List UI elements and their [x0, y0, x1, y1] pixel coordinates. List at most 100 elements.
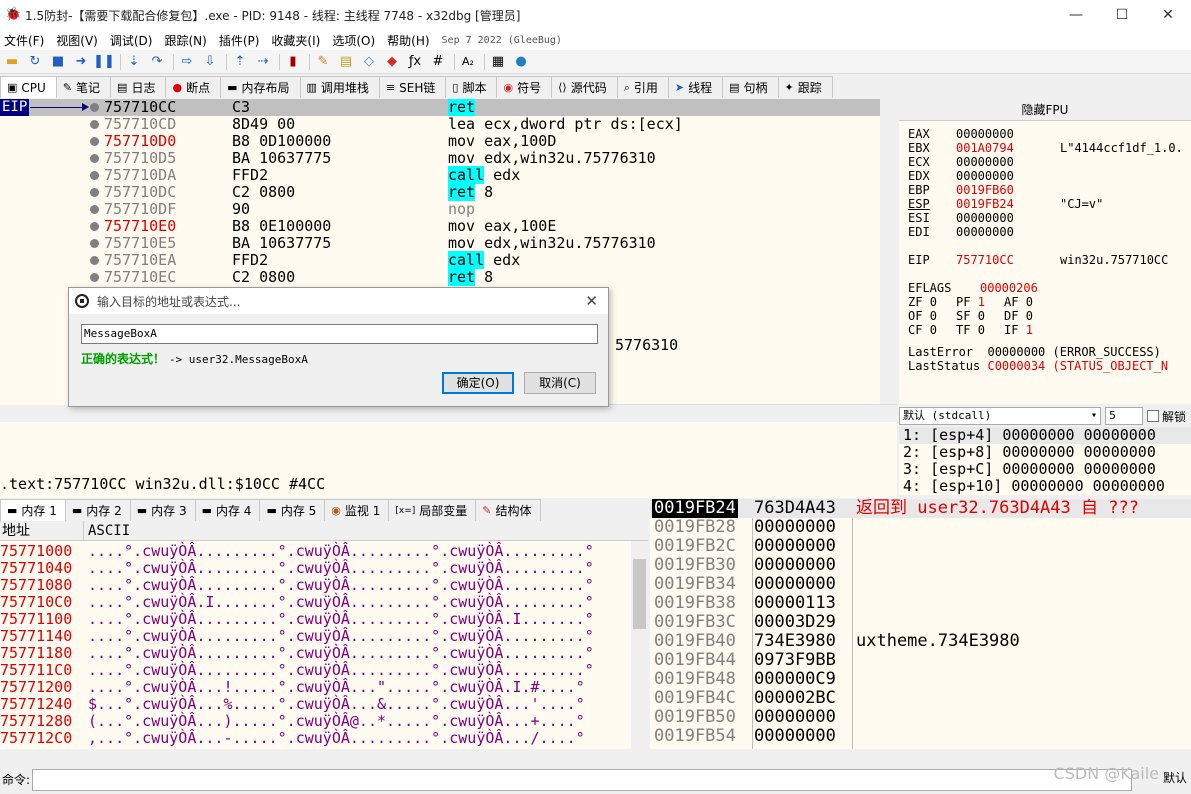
tab-struct[interactable]: ✎ 结构体 [475, 499, 541, 521]
tab-dump-5[interactable]: ▬ 内存 5 [259, 499, 326, 521]
breakpoint-dot-icon[interactable] [90, 103, 99, 112]
eflags-row[interactable]: EFLAGS 00000206 [908, 281, 1084, 295]
close-button[interactable]: ✕ [1145, 0, 1191, 30]
menu-trace[interactable]: 跟踪(N) [160, 32, 214, 49]
arg-row[interactable]: 4: [esp+10] 00000000 00000000 [899, 478, 1191, 495]
register-row[interactable]: EDI 00000000 [908, 225, 1060, 239]
register-row[interactable]: EBX 001A0794 L"4144ccf1df_1.0. [908, 141, 1183, 155]
menu-favourites[interactable]: 收藏夹(I) [267, 32, 328, 49]
hide-fpu-button[interactable]: 隐藏FPU [899, 99, 1191, 121]
maximize-button[interactable]: ☐ [1099, 0, 1145, 30]
tab-dump-4[interactable]: ▬ 内存 4 [194, 499, 261, 521]
tab-breakpoints[interactable]: ● 断点 [165, 76, 222, 98]
calling-convention-select[interactable]: 默认 (stdcall) [899, 407, 1101, 425]
stack-row[interactable]: 0019FB48 000000C9 [650, 670, 1191, 689]
registers-panel[interactable]: 隐藏FPU EAX 00000000 EBX 001A0794 L"4144ccf1df… [899, 99, 1191, 404]
register-value[interactable]: 757710CC [956, 253, 1060, 267]
arguments-panel[interactable]: 1: [esp+4] 00000000 00000000 2: [esp+8] … [899, 427, 1191, 495]
menu-options[interactable]: 选项(O) [328, 32, 383, 49]
register-value[interactable]: 00000000 [956, 155, 1060, 169]
command-input[interactable] [32, 768, 1132, 791]
default-label[interactable]: 默认 [1163, 769, 1187, 786]
tab-call-stack[interactable]: ▥ 调用堆栈 [299, 76, 380, 98]
tab-script[interactable]: ▯ 脚本 [445, 76, 498, 98]
font-icon[interactable]: A₂ [458, 52, 478, 72]
register-row[interactable]: EBP 0019FB60 [908, 183, 1060, 197]
register-value[interactable]: 001A0794 [956, 141, 1060, 155]
disassembly-row[interactable]: 757710E0 B8 0E100000 mov eax,100E [0, 218, 880, 235]
disassembly-row[interactable]: 757710CD 8D49 00 lea ecx,dword ptr ds:[ecx… [0, 116, 880, 133]
pause-icon[interactable]: ❚❚ [93, 52, 115, 72]
menu-debug[interactable]: 调试(D) [106, 32, 161, 49]
patch-icon[interactable]: ✎ [313, 52, 333, 72]
flag[interactable]: DF 0 [1004, 309, 1052, 323]
tab-watch-1[interactable]: ◉ 监视 1 [324, 499, 390, 521]
disassembly-scrollbar[interactable] [880, 99, 897, 405]
dump-scrollbar-thumb[interactable] [633, 559, 646, 629]
menu-view[interactable]: 视图(V) [52, 32, 106, 49]
memory-dump[interactable]: 地址 ASCII 75771000 ....°.cwuÿÒÂ.........°.… [0, 521, 648, 749]
disassembly-row[interactable]: 757710DF 90 nop [0, 201, 880, 218]
expression-input[interactable]: MessageBoxA [81, 324, 598, 344]
flag[interactable]: OF 0 [908, 309, 956, 323]
open-icon[interactable]: ▬ [2, 52, 22, 72]
trace-into-icon[interactable]: ⇨ [177, 52, 197, 72]
register-value[interactable]: 00000000 [956, 127, 1060, 141]
register-row[interactable]: ESI 00000000 [908, 211, 1060, 225]
step-into-icon[interactable]: ⇣ [124, 52, 144, 72]
breakpoint-dot-icon[interactable] [90, 154, 99, 163]
arg-row[interactable]: 1: [esp+4] 00000000 00000000 [899, 427, 1191, 444]
ok-button[interactable]: 确定(O) [442, 372, 514, 394]
breakpoint-dot-icon[interactable] [90, 222, 99, 231]
stack-row[interactable]: 0019FB24 763D4A43 返回到 user32.763D4A43 自 ??… [650, 499, 1191, 518]
disassembly-row[interactable]: 757710DC C2 0800 ret 8 [0, 183, 880, 201]
disassembly-row[interactable]: 757710EC C2 0800 ret 8 [0, 268, 880, 286]
register-value[interactable]: 00000000 [956, 169, 1060, 183]
tab-log[interactable]: ▤ 日志 [110, 76, 167, 98]
trace-over-icon[interactable]: ⇩ [200, 52, 220, 72]
register-value[interactable]: 0019FB24 [956, 197, 1060, 211]
tab-dump-2[interactable]: ▬ 内存 2 [64, 499, 131, 521]
breakpoint-dot-icon[interactable] [90, 120, 99, 129]
tab-dump-3[interactable]: ▬ 内存 3 [129, 499, 196, 521]
stack-row[interactable]: 0019FB34 00000000 [650, 575, 1191, 594]
breakpoint-dot-icon[interactable] [90, 137, 99, 146]
dialog-close-button[interactable]: ✕ [585, 292, 598, 310]
register-row[interactable]: ECX 00000000 [908, 155, 1060, 169]
stack-row[interactable]: 0019FB50 00000000 [650, 708, 1191, 727]
tab-trace[interactable]: ✦ 跟踪 [777, 76, 833, 98]
stack-row[interactable]: 0019FB28 00000000 [650, 518, 1191, 537]
flags-row[interactable]: CF 0 TF 0 IF 1 [908, 323, 1052, 337]
breakpoint-dot-icon[interactable] [90, 256, 99, 265]
flag[interactable]: ZF 0 [908, 295, 956, 309]
tab-cpu[interactable]: ▣ CPU [0, 76, 57, 98]
tab-notes[interactable]: ✎ 笔记 [55, 76, 112, 98]
stack-row[interactable]: 0019FB2C 00000000 [650, 537, 1191, 556]
stack-view[interactable]: 0019FB24 763D4A43 返回到 user32.763D4A43 自 ??… [650, 499, 1191, 749]
arg-row[interactable]: 2: [esp+8] 00000000 00000000 [899, 444, 1191, 461]
register-value[interactable]: 00000000 [956, 225, 1060, 239]
register-value[interactable]: 0019FB60 [956, 183, 1060, 197]
breakpoint-dot-icon[interactable] [90, 273, 99, 282]
calculator-icon[interactable]: ▦ [488, 52, 508, 72]
tab-source[interactable]: ⟨⟩ 源代码 [551, 76, 618, 98]
stack-row[interactable]: 0019FB30 00000000 [650, 556, 1191, 575]
flag[interactable]: AF 0 [1004, 295, 1052, 309]
tab-threads[interactable]: ➤ 线程 [667, 76, 724, 98]
globe-icon[interactable]: ● [511, 52, 531, 72]
dump-header-address[interactable]: 地址 [0, 521, 84, 540]
run-icon[interactable]: ➜ [71, 52, 91, 72]
unlock-checkbox[interactable] [1147, 410, 1159, 422]
tab-memory-map[interactable]: ▬ 内存布局 [220, 76, 301, 98]
flag[interactable]: CF 0 [908, 323, 956, 337]
arg-row[interactable]: 3: [esp+C] 00000000 00000000 [899, 461, 1191, 478]
comment-icon[interactable]: ▤ [336, 52, 356, 72]
disassembly-row[interactable]: 757710D0 B8 0D100000 mov eax,100D [0, 133, 880, 150]
register-row[interactable]: EAX 00000000 [908, 127, 1060, 141]
stack-row[interactable]: 0019FB44 0973F9BB [650, 651, 1191, 670]
menu-file[interactable]: 文件(F) [0, 32, 52, 49]
dump-scrollbar[interactable] [631, 541, 648, 749]
tab-seh[interactable]: ≡ SEH链 [378, 76, 447, 98]
flag[interactable]: PF 1 [956, 295, 1004, 309]
breakpoint-dot-icon[interactable] [90, 205, 99, 214]
